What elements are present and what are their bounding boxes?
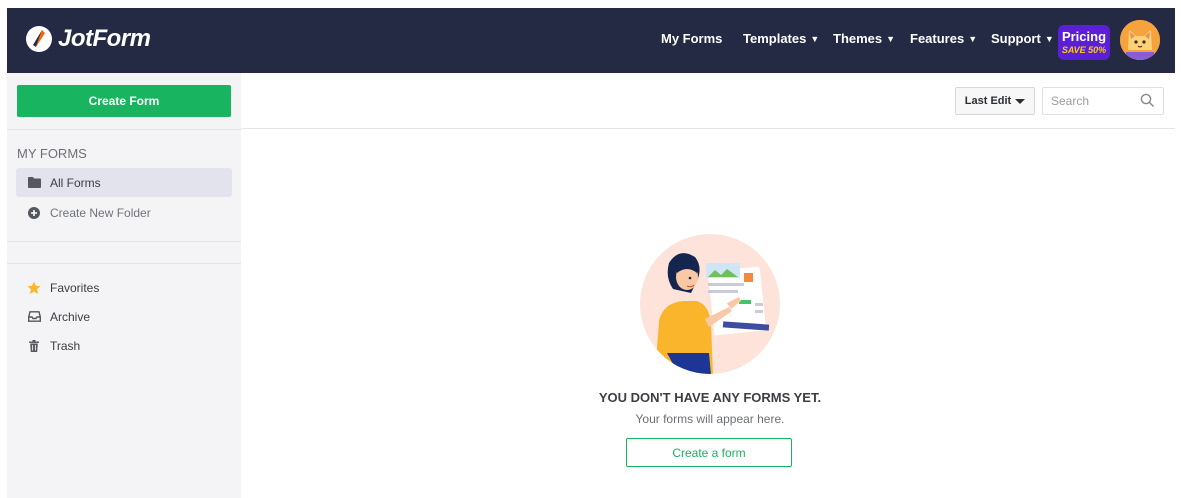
pricing-badge: SAVE 50%	[1061, 45, 1107, 55]
plus-circle-icon	[27, 206, 41, 220]
sidebar-item-label: All Forms	[50, 175, 101, 190]
empty-state-subtitle: Your forms will appear here.	[635, 412, 785, 426]
search-box[interactable]	[1042, 87, 1164, 115]
top-navbar: JotForm My Forms Templates ▼ Themes ▼ Feat…	[7, 8, 1175, 73]
sidebar-item-archive[interactable]: Archive	[16, 302, 232, 331]
nav-features[interactable]: Features ▼	[910, 31, 977, 46]
sidebar-item-all-forms[interactable]: All Forms	[16, 168, 232, 197]
inbox-icon	[27, 310, 41, 324]
toolbar-divider	[241, 128, 1175, 129]
search-input[interactable]	[1049, 88, 1137, 114]
cat-avatar-icon	[1120, 20, 1160, 60]
nav-my-forms[interactable]: My Forms	[661, 31, 722, 46]
trash-icon	[27, 339, 41, 353]
caret-down-icon: ▼	[886, 34, 896, 44]
create-form-button[interactable]: Create Form	[17, 85, 231, 117]
search-icon[interactable]	[1140, 93, 1155, 108]
nav-support[interactable]: Support ▼	[991, 31, 1054, 46]
sidebar-item-label: Trash	[50, 338, 81, 353]
sort-label: Last Edit	[964, 95, 1012, 107]
sidebar-item-favorites[interactable]: Favorites	[16, 273, 232, 302]
sidebar: Create Form MY FORMS All Forms Create Ne…	[7, 73, 241, 498]
pricing-button[interactable]: Pricing SAVE 50%	[1058, 25, 1110, 60]
jotform-logo[interactable]: JotForm	[25, 25, 151, 53]
folder-icon	[27, 176, 41, 190]
app-frame: JotForm My Forms Templates ▼ Themes ▼ Feat…	[7, 8, 1175, 498]
nav-templates[interactable]: Templates ▼	[743, 31, 819, 46]
sidebar-item-create-folder[interactable]: Create New Folder	[16, 198, 232, 227]
star-icon	[27, 281, 41, 295]
empty-state-title: YOU DON'T HAVE ANY FORMS YET.	[598, 390, 822, 405]
sidebar-divider	[7, 129, 241, 130]
pricing-label: Pricing	[1061, 29, 1107, 44]
user-avatar[interactable]	[1120, 20, 1160, 60]
logo-text: JotForm	[58, 25, 151, 52]
sidebar-divider	[7, 263, 241, 264]
caret-down-icon: ▼	[1044, 34, 1054, 44]
create-a-form-button[interactable]: Create a form	[626, 438, 792, 467]
my-forms-section-title: MY FORMS	[17, 146, 87, 161]
sidebar-item-label: Favorites	[50, 280, 100, 295]
empty-state-illustration	[640, 234, 780, 374]
caret-down-icon: ▼	[810, 34, 820, 44]
sidebar-item-trash[interactable]: Trash	[16, 331, 232, 360]
jotform-logo-icon	[26, 26, 52, 52]
sidebar-divider	[7, 241, 241, 242]
caret-down-icon	[1015, 98, 1026, 104]
caret-down-icon: ▼	[968, 34, 978, 44]
sidebar-item-label: Archive	[50, 309, 91, 324]
nav-themes[interactable]: Themes ▼	[833, 31, 895, 46]
sidebar-item-label: Create New Folder	[50, 205, 151, 220]
sort-dropdown[interactable]: Last Edit	[955, 87, 1035, 115]
